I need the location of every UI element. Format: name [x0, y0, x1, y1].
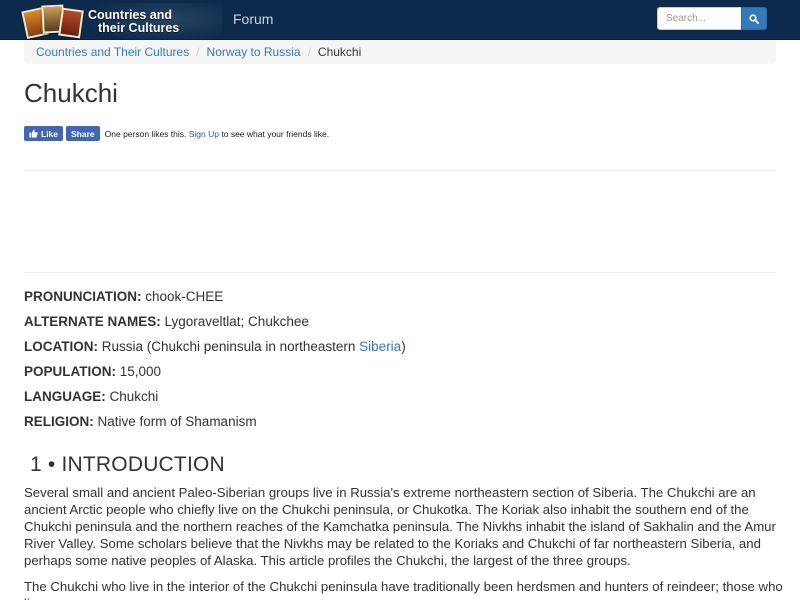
thumbs-up-icon — [29, 129, 38, 138]
facebook-like-button[interactable]: Like — [24, 126, 64, 141]
breadcrumb-link-norway-russia[interactable]: Norway to Russia — [207, 45, 301, 59]
fact-label: RELIGION: — [24, 414, 94, 429]
facebook-social-bar: Like Share One person likes this. Sign U… — [24, 126, 329, 141]
quick-facts: PRONUNCIATION: chook-CHEE ALTERNATE NAME… — [24, 289, 776, 439]
divider — [24, 272, 776, 273]
likes-count-text: One person likes this. Sign Up to see wh… — [105, 129, 329, 139]
article-paragraph: The Chukchi who live in the interior of … — [24, 579, 783, 600]
breadcrumb-current: Chukchi — [317, 45, 362, 59]
fact-label: LANGUAGE: — [24, 389, 106, 404]
fact-value: 15,000 — [119, 364, 162, 379]
logo-photo — [58, 7, 84, 39]
fact-population: POPULATION: 15,000 — [24, 364, 776, 380]
top-navbar: Countries and their Cultures Forum — [0, 0, 800, 43]
breadcrumb-separator: / — [307, 45, 311, 59]
fact-alternate-names: ALTERNATE NAMES: Lygoraveltlat; Chukchee — [24, 314, 776, 330]
site-logo[interactable]: Countries and their Cultures — [21, 3, 222, 45]
fact-value: Native form of Shamanism — [97, 414, 257, 429]
search-form — [657, 7, 767, 30]
fact-value: Chukchi — [109, 389, 159, 404]
search-input[interactable] — [657, 7, 742, 30]
like-label: Like — [41, 128, 59, 139]
fact-value-suffix: ) — [401, 339, 406, 354]
fact-religion: RELIGION: Native form of Shamanism — [24, 414, 776, 430]
fact-pronunciation: PRONUNCIATION: chook-CHEE — [24, 289, 776, 305]
fact-label: LOCATION: — [24, 339, 98, 354]
facebook-share-button[interactable]: Share — [66, 126, 100, 141]
logo-text-line2: their Cultures — [98, 21, 180, 35]
section-heading-introduction: 1 • INTRODUCTION — [30, 453, 225, 476]
breadcrumb-separator: / — [196, 45, 200, 59]
fact-label: ALTERNATE NAMES: — [24, 314, 161, 329]
logo-photos — [21, 3, 86, 45]
breadcrumb-link-countries[interactable]: Countries and Their Cultures — [36, 45, 189, 59]
fact-language: LANGUAGE: Chukchi — [24, 389, 776, 405]
fact-value: Lygoraveltlat; Chukchee — [164, 314, 309, 329]
page-title: Chukchi — [24, 78, 118, 108]
breadcrumb: Countries and Their Cultures / Norway to… — [24, 40, 776, 64]
siberia-link[interactable]: Siberia — [359, 339, 401, 354]
fact-location: LOCATION: Russia (Chukchi peninsula in n… — [24, 339, 776, 355]
search-button[interactable] — [741, 7, 767, 30]
article-paragraph: Several small and ancient Paleo-Siberian… — [24, 485, 776, 568]
search-icon — [749, 13, 759, 24]
logo-text-line1: Countries and — [88, 8, 173, 22]
logo-text: Countries and their Cultures — [88, 9, 179, 35]
fact-value: Russia (Chukchi peninsula in northeaster… — [101, 339, 356, 354]
fact-label: PRONUNCIATION: — [24, 289, 142, 304]
facebook-signup-link[interactable]: Sign Up — [189, 129, 219, 139]
nav-forum-link[interactable]: Forum — [233, 11, 273, 27]
divider — [24, 170, 776, 171]
signup-suffix: to see what your friends like. — [221, 128, 330, 139]
likes-text: One person likes this. — [104, 128, 187, 139]
fact-label: POPULATION: — [24, 364, 116, 379]
fact-value: chook-CHEE — [145, 289, 224, 304]
